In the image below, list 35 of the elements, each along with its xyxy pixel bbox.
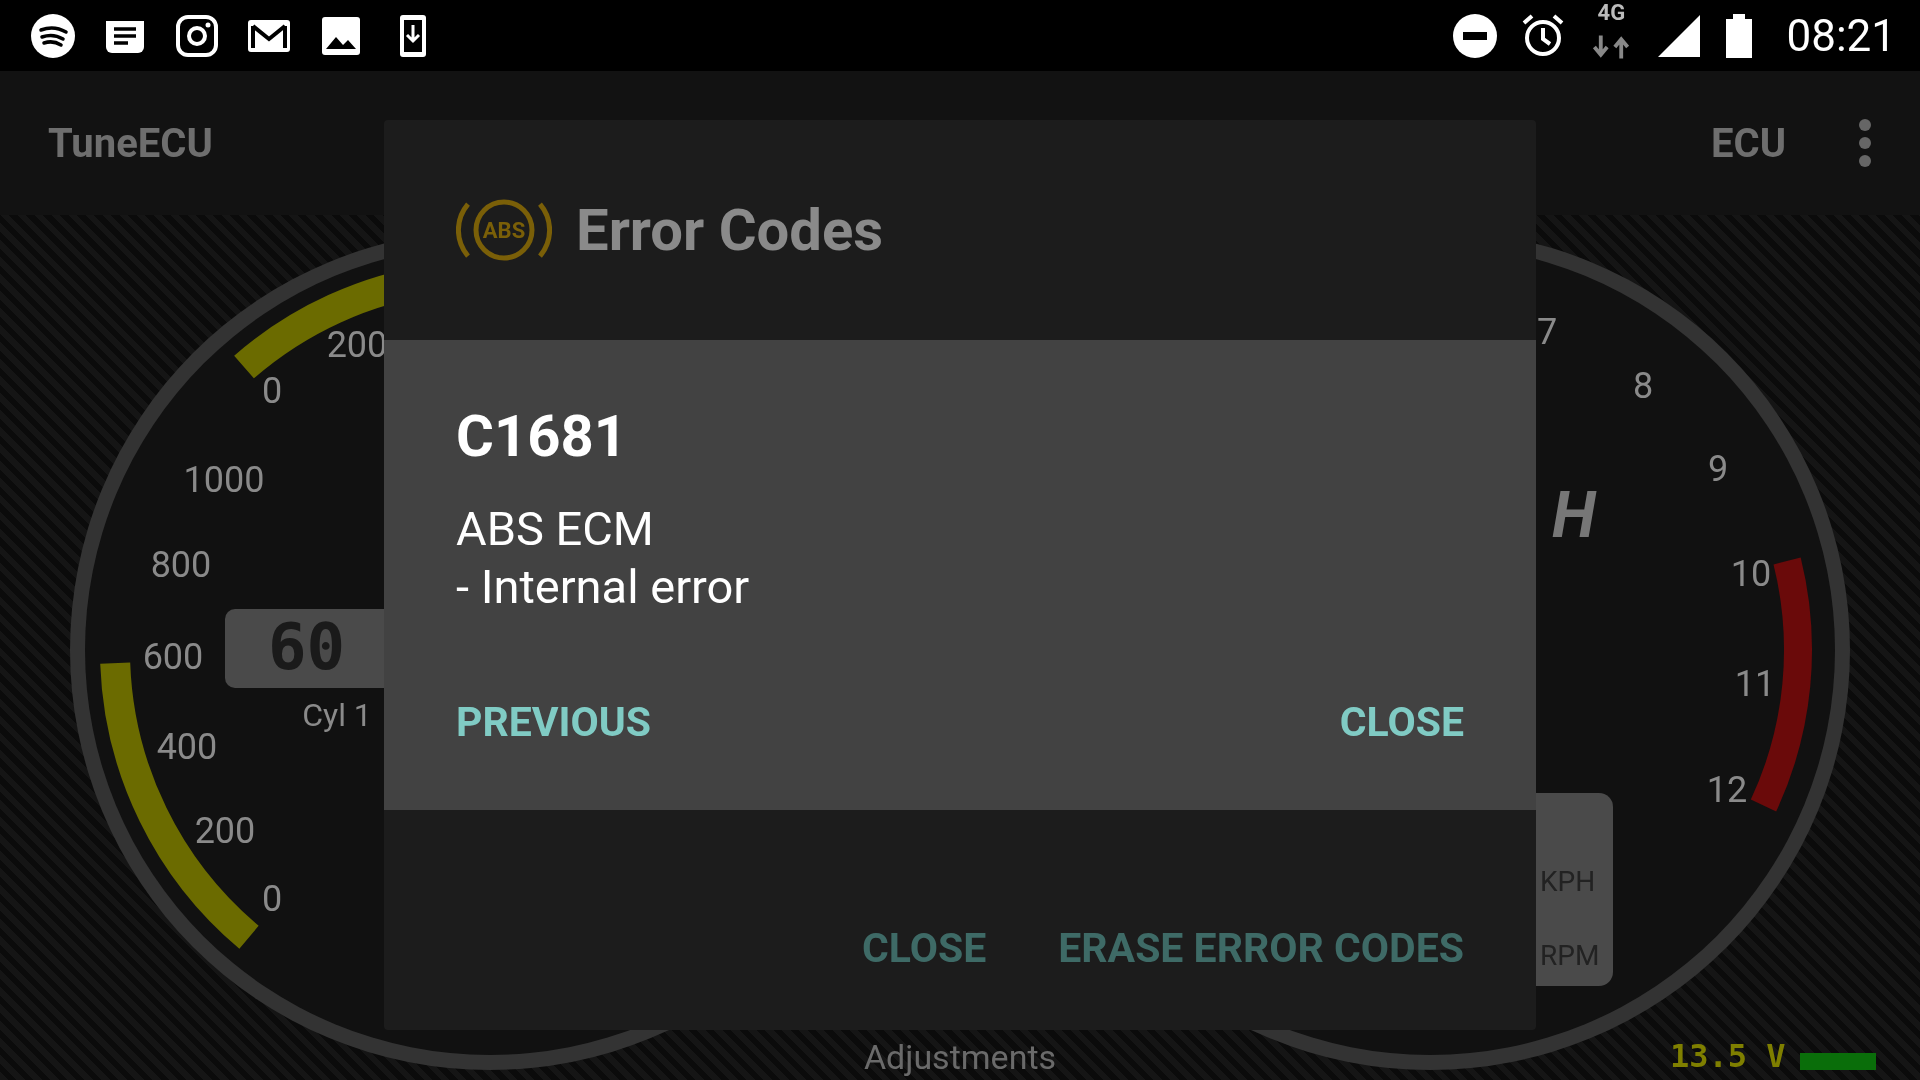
- ecu-menu-item[interactable]: ECU: [1710, 119, 1786, 167]
- gauge-scale-label: 600: [142, 635, 204, 678]
- speed-unit-label: H: [1552, 477, 1596, 553]
- dialog-action-button[interactable]: CLOSE: [1339, 692, 1464, 752]
- overflow-menu-icon[interactable]: [1858, 118, 1872, 168]
- gauge-scale-label: 1000: [183, 458, 265, 501]
- error-description: ABS ECM: [456, 500, 655, 558]
- gauge-scale-label: 11: [1734, 662, 1776, 705]
- dialog-footer-button[interactable]: ERASE ERROR CODES: [1058, 918, 1464, 978]
- network-indicator: 4G: [1588, 1, 1635, 70]
- dialog-footer-button[interactable]: CLOSE: [861, 918, 987, 978]
- dialog-title: Error Codes: [576, 196, 884, 264]
- do-not-disturb-icon: [1452, 12, 1499, 59]
- cylinder-label: Cyl 1: [302, 696, 372, 735]
- status-time: 08:21: [1786, 9, 1896, 62]
- gauge-scale-label: 7: [1536, 310, 1558, 353]
- error-code: C1681: [456, 402, 629, 470]
- gauge-scale-label: 9: [1707, 447, 1729, 490]
- gauge-scale-label: 200: [194, 809, 256, 852]
- error-description: - Internal error: [456, 558, 751, 616]
- battery-icon: [1724, 12, 1755, 59]
- instagram-icon: [174, 12, 220, 59]
- gauge-scale-label: 8: [1632, 364, 1654, 407]
- gauge-scale-label: 200: [326, 323, 388, 366]
- adjustments-label[interactable]: Adjustments: [863, 1036, 1057, 1077]
- app-title: TuneECU: [48, 119, 214, 167]
- gauge-scale-label: 0: [261, 369, 283, 412]
- gauge-scale-label: 400: [156, 725, 218, 768]
- gauge-scale-label: 800: [150, 543, 212, 586]
- voltage-reading: 13.5 V: [1670, 1037, 1786, 1075]
- spotify-icon: [30, 12, 76, 59]
- dialog-action-button[interactable]: PREVIOUS: [456, 692, 652, 752]
- gauge-scale-label: 10: [1730, 552, 1772, 595]
- gauge-scale-label: 0: [261, 877, 283, 920]
- gauge-scale-label: 12: [1706, 768, 1748, 811]
